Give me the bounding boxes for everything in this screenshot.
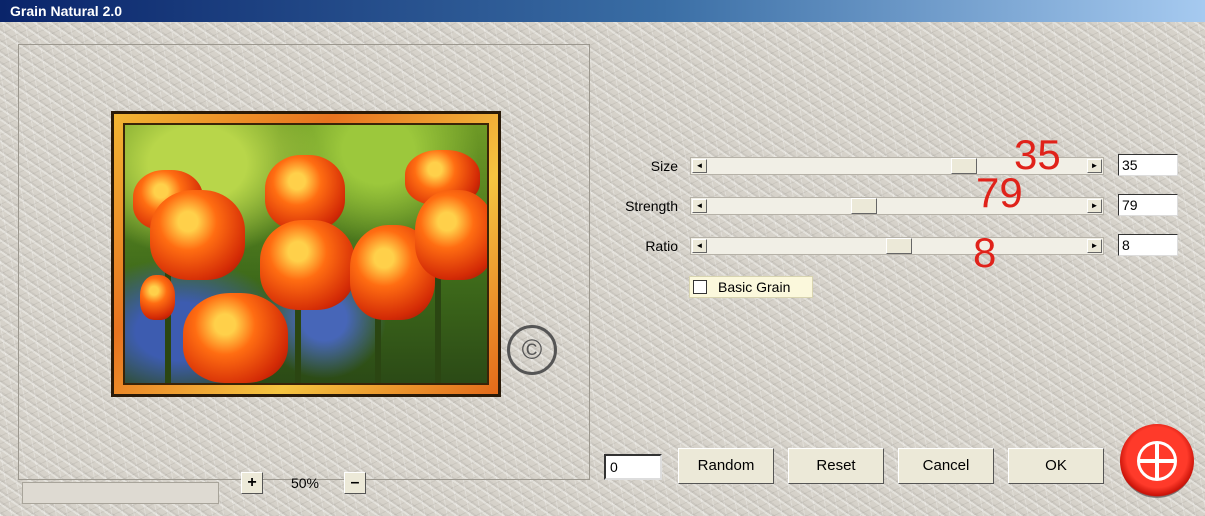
preview-area[interactable]: © xyxy=(18,44,590,480)
size-slider-thumb[interactable] xyxy=(951,158,977,174)
status-field xyxy=(22,482,219,504)
tulip-flower xyxy=(260,220,355,310)
basic-grain-label: Basic Grain xyxy=(718,279,791,295)
strength-left-arrow-icon[interactable]: ◄ xyxy=(692,199,707,213)
tulip-flower xyxy=(183,293,288,383)
copyright-icon: © xyxy=(507,325,557,375)
zoom-out-button[interactable]: – xyxy=(344,472,366,494)
ratio-right-arrow-icon[interactable]: ► xyxy=(1087,239,1102,253)
cancel-button[interactable]: Cancel xyxy=(898,448,994,484)
ratio-slider[interactable]: ◄ ► xyxy=(690,237,1104,255)
plugin-logo-icon[interactable] xyxy=(1120,424,1194,498)
tulip-flower xyxy=(415,190,487,280)
ratio-left-arrow-icon[interactable]: ◄ xyxy=(692,239,707,253)
dialog-body: © + 50% – Size ◄ ► 35 35 Strength ◄ ► 79… xyxy=(0,22,1205,516)
window-title: Grain Natural 2.0 xyxy=(0,0,1205,22)
strength-slider[interactable]: ◄ ► xyxy=(690,197,1104,215)
strength-right-arrow-icon[interactable]: ► xyxy=(1087,199,1102,213)
basic-grain-checkbox[interactable] xyxy=(693,280,707,294)
ratio-label: Ratio xyxy=(645,238,678,254)
zoom-level: 50% xyxy=(290,475,320,491)
random-button[interactable]: Random xyxy=(678,448,774,484)
strength-annotation: 79 xyxy=(976,169,1023,216)
size-label: Size xyxy=(650,158,678,174)
basic-grain-option[interactable]: Basic Grain xyxy=(689,276,813,298)
strength-slider-thumb[interactable] xyxy=(851,198,877,214)
tulip-flower xyxy=(150,190,245,280)
ok-button[interactable]: OK xyxy=(1008,448,1104,484)
size-right-arrow-icon[interactable]: ► xyxy=(1087,159,1102,173)
strength-label: Strength xyxy=(625,198,678,214)
preview-image xyxy=(123,123,489,385)
strength-value-input[interactable]: 79 xyxy=(1118,194,1178,216)
seed-input[interactable]: 0 xyxy=(604,454,662,480)
ratio-slider-thumb[interactable] xyxy=(886,238,912,254)
zoom-in-button[interactable]: + xyxy=(241,472,263,494)
crosshair-globe-icon xyxy=(1137,441,1177,481)
ratio-value-input[interactable]: 8 xyxy=(1118,234,1178,256)
ratio-annotation: 8 xyxy=(973,229,997,276)
size-value-input[interactable]: 35 xyxy=(1118,154,1178,176)
tulip-flower xyxy=(140,275,175,320)
size-left-arrow-icon[interactable]: ◄ xyxy=(692,159,707,173)
preview-image-frame xyxy=(111,111,501,397)
copyright-watermark: © xyxy=(467,285,597,415)
reset-button[interactable]: Reset xyxy=(788,448,884,484)
tulip-flower xyxy=(265,155,345,230)
